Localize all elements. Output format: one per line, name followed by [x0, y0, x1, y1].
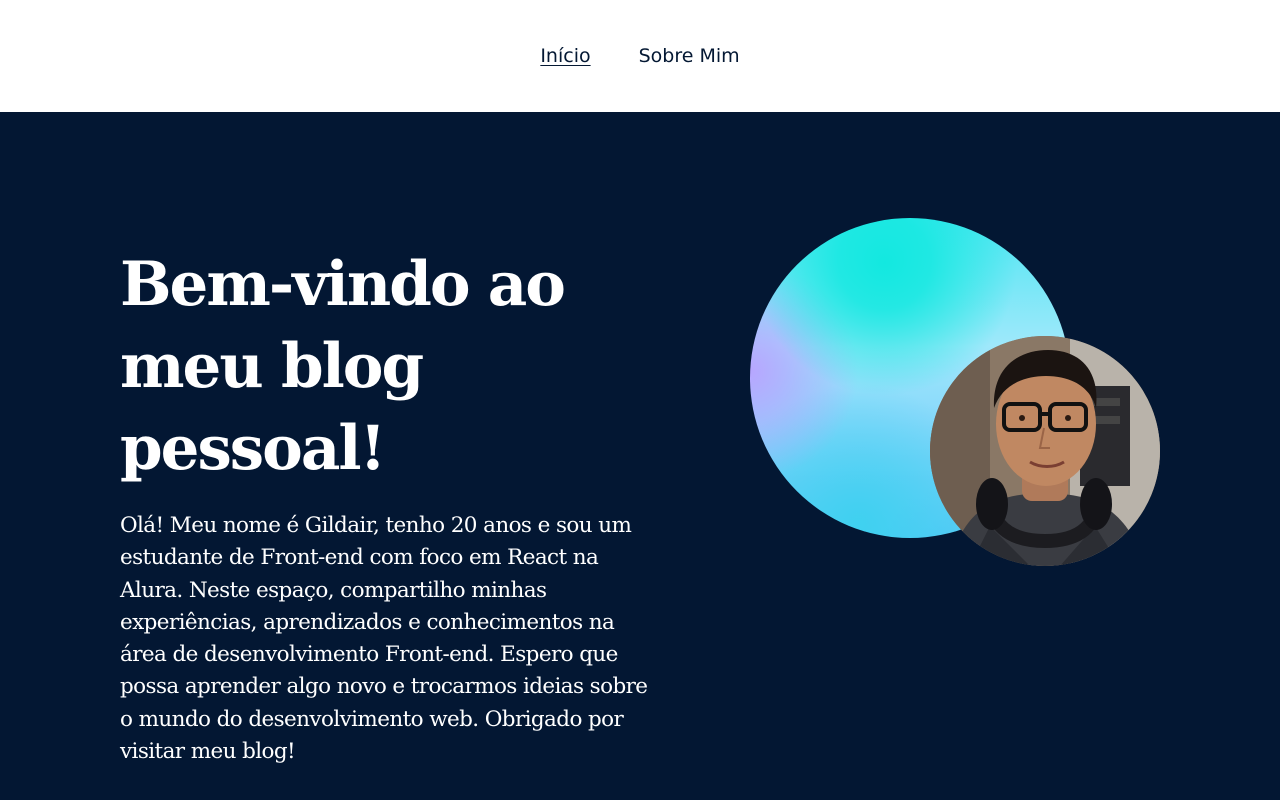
top-navigation: Início Sobre Mim — [0, 0, 1280, 112]
nav-link-sobre-mim[interactable]: Sobre Mim — [639, 45, 740, 67]
nav-link-inicio[interactable]: Início — [540, 45, 590, 67]
hero-title: Bem-vindo ao meu blog pessoal! — [120, 249, 566, 484]
hero-section: Bem-vindo ao meu blog pessoal! Olá! Meu … — [0, 112, 1280, 800]
hero-description: Olá! Meu nome é Gildair, tenho 20 anos e… — [120, 513, 648, 765]
